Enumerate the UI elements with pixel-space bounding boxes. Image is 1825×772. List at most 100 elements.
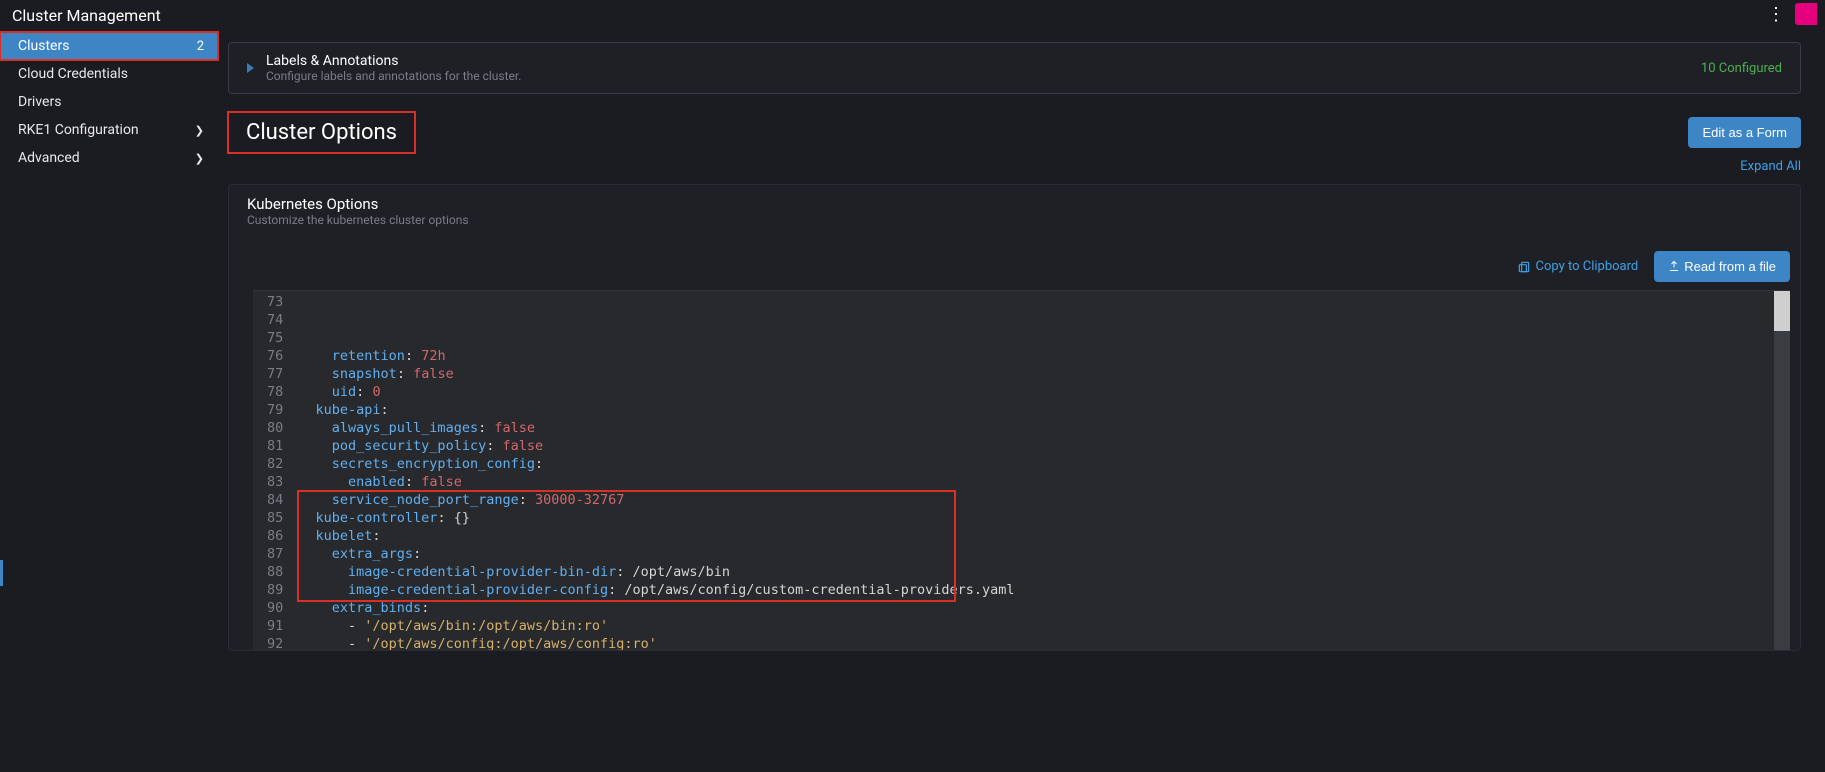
token-key: kube-api <box>299 402 380 418</box>
kubernetes-options-panel: Kubernetes Options Customize the kuberne… <box>228 184 1801 651</box>
code-line[interactable]: retention: 72h <box>299 347 1790 365</box>
line-number: 87 <box>267 545 283 563</box>
token-bool: false <box>413 366 454 382</box>
token-punc: : {} <box>437 510 470 526</box>
clipboard-icon <box>1517 260 1531 274</box>
code-line[interactable]: enabled: false <box>299 473 1790 491</box>
read-label: Read from a file <box>1684 259 1776 274</box>
token-punc: : <box>421 600 429 616</box>
code-line[interactable]: always_pull_images: false <box>299 419 1790 437</box>
k8s-title: Kubernetes Options <box>247 195 1782 213</box>
page-title: Cluster Management <box>12 6 161 25</box>
chevron-right-icon: ❯ <box>195 124 204 137</box>
line-number: 81 <box>267 437 283 455</box>
sidebar-item-clusters[interactable]: Clusters2 <box>0 32 218 60</box>
sidebar: Clusters2 Cloud Credentials DriversRKE1 Co… <box>0 30 218 772</box>
token-punc: : <box>381 402 389 418</box>
token-punc: : <box>397 366 413 382</box>
code-line[interactable]: image-credential-provider-config: /opt/a… <box>299 581 1790 599</box>
code-line[interactable]: service_node_port_range: 30000-32767 <box>299 491 1790 509</box>
code-line[interactable]: kube-controller: {} <box>299 509 1790 527</box>
k8s-subtitle: Customize the kubernetes cluster options <box>247 213 1782 227</box>
token-punc: /opt/aws/bin <box>633 564 731 580</box>
token-key: secrets_encryption_config <box>299 456 535 472</box>
code-line[interactable]: kube-api: <box>299 401 1790 419</box>
expand-all-link[interactable]: Expand All <box>228 159 1801 174</box>
expand-triangle-icon[interactable] <box>247 63 254 73</box>
sidebar-item-label: Cloud Credentials <box>18 66 128 82</box>
line-number: 77 <box>267 365 283 383</box>
line-number: 73 <box>267 293 283 311</box>
code-line[interactable]: snapshot: false <box>299 365 1790 383</box>
token-key: snapshot <box>299 366 397 382</box>
line-number: 76 <box>267 347 283 365</box>
line-number: 84 <box>267 491 283 509</box>
code-line[interactable]: image-credential-provider-bin-dir: /opt/… <box>299 563 1790 581</box>
token-num: 72h <box>421 348 445 364</box>
token-punc: /opt/aws/config/custom-credential-provid… <box>624 582 1014 598</box>
labels-configured-count: 10 Configured <box>1701 61 1782 76</box>
token-punc: : <box>608 582 624 598</box>
token-key: image-credential-provider-config <box>299 582 608 598</box>
line-number: 75 <box>267 329 283 347</box>
token-num: 30000-32767 <box>535 492 624 508</box>
token-punc: - <box>299 636 364 650</box>
token-key: extra_binds <box>299 600 421 616</box>
edit-as-form-button[interactable]: Edit as a Form <box>1688 117 1801 148</box>
code-line[interactable]: - '/opt/aws/config:/opt/aws/config:ro' <box>299 635 1790 650</box>
sidebar-item-cloud-credentials[interactable]: Cloud Credentials <box>0 60 218 88</box>
sidebar-item-label: Advanced <box>18 150 80 166</box>
line-number: 90 <box>267 599 283 617</box>
line-number: 85 <box>267 509 283 527</box>
line-number: 80 <box>267 419 283 437</box>
token-punc: : <box>486 438 502 454</box>
line-number: 86 <box>267 527 283 545</box>
token-punc: : <box>372 528 380 544</box>
line-number: 82 <box>267 455 283 473</box>
code-line[interactable]: pod_security_policy: false <box>299 437 1790 455</box>
token-punc: : <box>356 384 372 400</box>
token-str: '/opt/aws/bin:/opt/aws/bin:ro' <box>364 618 608 634</box>
token-num: 0 <box>372 384 380 400</box>
kebab-menu-icon[interactable]: ⋮ <box>1767 4 1785 25</box>
token-bool: false <box>502 438 543 454</box>
token-key: retention <box>299 348 405 364</box>
editor-scrollbar-thumb[interactable] <box>1774 291 1790 331</box>
token-punc: : <box>413 546 421 562</box>
sidebar-item-rke1-configuration[interactable]: RKE1 Configuration❯ <box>0 116 218 144</box>
code-line[interactable]: extra_args: <box>299 545 1790 563</box>
token-key: image-credential-provider-bin-dir <box>299 564 616 580</box>
read-from-file-button[interactable]: Read from a file <box>1654 251 1790 282</box>
token-punc: : <box>535 456 543 472</box>
left-accent-bar <box>0 560 3 586</box>
yaml-editor[interactable]: 7374757677787980818283848586878889909192… <box>253 290 1790 650</box>
copy-to-clipboard-button[interactable]: Copy to Clipboard <box>1509 251 1647 282</box>
token-punc: - <box>299 618 364 634</box>
line-number: 88 <box>267 563 283 581</box>
code-line[interactable]: - '/opt/aws/bin:/opt/aws/bin:ro' <box>299 617 1790 635</box>
labels-annotations-panel[interactable]: Labels & Annotations Configure labels an… <box>228 42 1801 94</box>
line-number: 74 <box>267 311 283 329</box>
editor-code[interactable]: retention: 72h snapshot: false uid: 0 ku… <box>293 291 1790 650</box>
sidebar-item-advanced[interactable]: Advanced❯ <box>0 144 218 172</box>
line-number: 89 <box>267 581 283 599</box>
token-key: pod_security_policy <box>299 438 486 454</box>
token-key: always_pull_images <box>299 420 478 436</box>
token-key: uid <box>299 384 356 400</box>
sidebar-item-drivers[interactable]: Drivers <box>0 88 218 116</box>
token-bool: false <box>494 420 535 436</box>
top-bar: Cluster Management ⋮ <box>0 0 1825 30</box>
line-number: 92 <box>267 635 283 650</box>
code-line[interactable]: kubelet: <box>299 527 1790 545</box>
avatar[interactable] <box>1795 3 1817 25</box>
code-line[interactable]: uid: 0 <box>299 383 1790 401</box>
token-key: enabled <box>299 474 405 490</box>
token-str: '/opt/aws/config:/opt/aws/config:ro' <box>364 636 657 650</box>
token-key: extra_args <box>299 546 413 562</box>
token-key: kube-controller <box>299 510 437 526</box>
code-line[interactable]: secrets_encryption_config: <box>299 455 1790 473</box>
editor-gutter: 7374757677787980818283848586878889909192 <box>253 291 293 650</box>
code-line[interactable]: extra_binds: <box>299 599 1790 617</box>
token-key: service_node_port_range <box>299 492 518 508</box>
editor-scrollbar[interactable] <box>1774 291 1790 650</box>
